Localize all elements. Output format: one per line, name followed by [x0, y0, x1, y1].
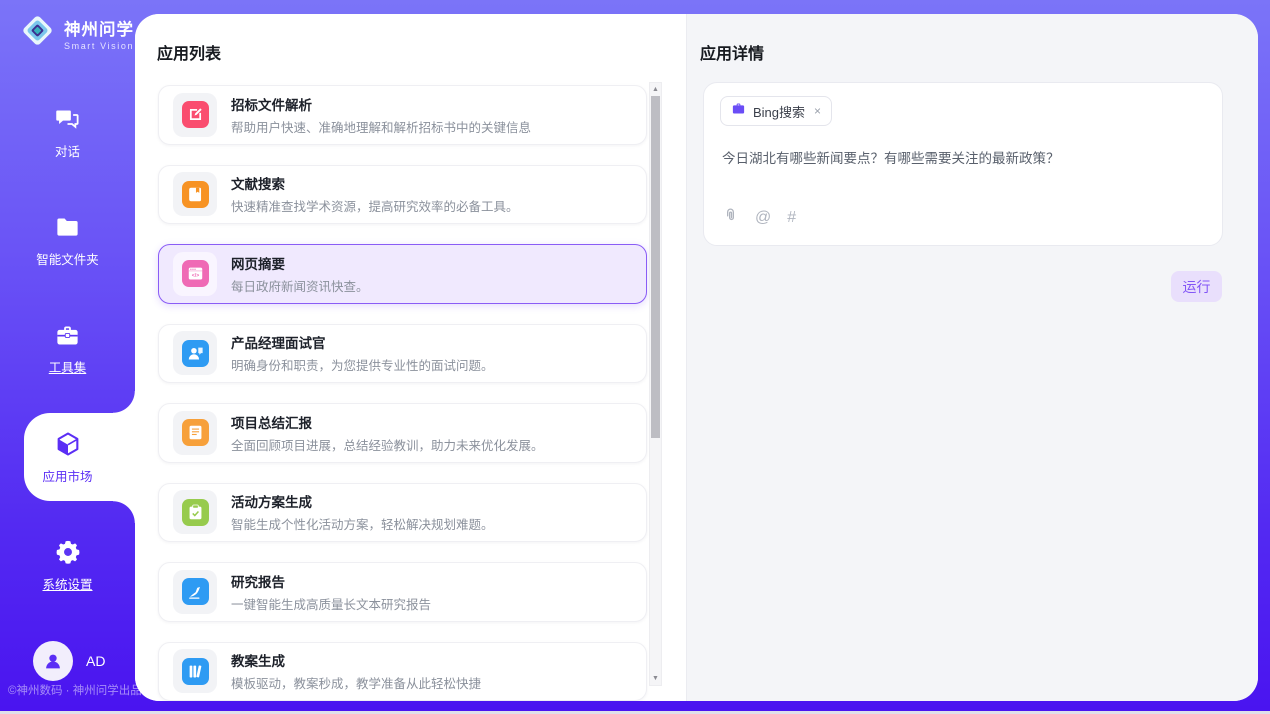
app-item-texts: 产品经理面试官明确身份和职责，为您提供专业性的面试问题。	[231, 332, 494, 374]
attachment-icon[interactable]	[722, 207, 739, 229]
app-item-texts: 活动方案生成智能生成个性化活动方案，轻松解决规划难题。	[231, 491, 494, 533]
app-list-scrollbar[interactable]: ▲ ▼	[649, 82, 662, 686]
book-icon	[182, 181, 209, 208]
sidebar-item-label: 应用市场	[42, 466, 92, 485]
app-item-name: 产品经理面试官	[231, 332, 494, 352]
sidebar-item-gear[interactable]: 系统设置	[0, 511, 135, 619]
app-item-name: 招标文件解析	[231, 94, 531, 114]
interview-icon	[182, 340, 209, 367]
input-toolbar: @ #	[722, 207, 796, 229]
app-list-item[interactable]: 招标文件解析帮助用户快速、准确地理解和解析招标书中的关键信息	[158, 85, 647, 145]
sidebar-item-label: 系统设置	[42, 574, 92, 593]
folder-icon	[54, 214, 81, 241]
app-item-description: 一键智能生成高质量长文本研究报告	[231, 594, 431, 613]
books-icon	[182, 658, 209, 685]
app-item-name: 教案生成	[231, 650, 481, 670]
note-icon	[182, 419, 209, 446]
app-item-description: 模板驱动，教案秒成，教学准备从此轻松快捷	[231, 673, 481, 692]
app-item-texts: 项目总结汇报全面回顾项目进展，总结经验教训，助力未来优化发展。	[231, 412, 544, 454]
app-list-item[interactable]: 教案生成模板驱动，教案秒成，教学准备从此轻松快捷	[158, 642, 647, 702]
logo-text: 神州问学 Smart Vision	[64, 16, 134, 51]
app-item-texts: 网页摘要每日政府新闻资讯快查。	[231, 253, 369, 295]
tool-chip-bing-search[interactable]: Bing搜索 ×	[720, 96, 832, 126]
app-logo: 神州问学 Smart Vision	[19, 12, 134, 54]
run-button[interactable]: 运行	[1171, 271, 1222, 302]
scrollbar-down-arrow[interactable]: ▼	[650, 675, 661, 682]
app-detail-panel: 应用详情 Bing搜索 × 今日湖北有哪些新闻要点？有哪些需要关注的最新政策？ …	[686, 14, 1258, 701]
app-list-item[interactable]: 产品经理面试官明确身份和职责，为您提供专业性的面试问题。	[158, 324, 647, 384]
app-item-texts: 教案生成模板驱动，教案秒成，教学准备从此轻松快捷	[231, 650, 481, 692]
app-list-title: 应用列表	[157, 40, 221, 64]
app-list-item[interactable]: 活动方案生成智能生成个性化活动方案，轻松解决规划难题。	[158, 483, 647, 543]
query-input-card[interactable]: Bing搜索 × 今日湖北有哪些新闻要点？有哪些需要关注的最新政策？ @ #	[703, 82, 1223, 246]
app-item-description: 帮助用户快速、准确地理解和解析招标书中的关键信息	[231, 117, 531, 136]
sidebar-item-cube[interactable]: 应用市场	[0, 403, 135, 511]
edit-icon	[182, 101, 209, 128]
app-item-name: 文献搜索	[231, 173, 519, 193]
app-list-item[interactable]: 研究报告一键智能生成高质量长文本研究报告	[158, 562, 647, 622]
svg-text:</>: </>	[191, 273, 198, 279]
clipboard-icon	[182, 499, 209, 526]
briefcase-icon	[731, 101, 746, 121]
app-item-description: 明确身份和职责，为您提供专业性的面试问题。	[231, 355, 494, 374]
topic-icon[interactable]: #	[787, 210, 796, 226]
toolbox-icon	[54, 322, 81, 349]
sidebar: 神州问学 Smart Vision 对话智能文件夹工具集应用市场系统设置 AD …	[0, 0, 135, 700]
sidebar-item-label: 智能文件夹	[36, 249, 99, 268]
app-item-texts: 文献搜索快速精准查找学术资源，提高研究效率的必备工具。	[231, 173, 519, 215]
app-icon-container	[173, 490, 217, 534]
scrollbar-thumb[interactable]	[651, 96, 660, 438]
diamond-logo-icon	[19, 12, 56, 54]
avatar[interactable]	[33, 641, 73, 681]
app-item-description: 每日政府新闻资讯快查。	[231, 276, 369, 295]
sidebar-nav: 对话智能文件夹工具集应用市场系统设置	[0, 79, 135, 619]
brand-name: 神州问学	[64, 16, 134, 40]
sidebar-item-toolbox[interactable]: 工具集	[0, 295, 135, 403]
copyright-footer: ©神州数码 · 神州问学出品	[8, 682, 142, 698]
app-list-item[interactable]: </> 网页摘要每日政府新闻资讯快查。	[158, 244, 647, 304]
cube-icon	[54, 430, 82, 458]
app-icon-container	[173, 649, 217, 693]
app-icon-container	[173, 172, 217, 216]
app-list: 招标文件解析帮助用户快速、准确地理解和解析招标书中的关键信息文献搜索快速精准查找…	[158, 85, 647, 701]
app-list-item[interactable]: 文献搜索快速精准查找学术资源，提高研究效率的必备工具。	[158, 165, 647, 225]
query-input[interactable]: 今日湖北有哪些新闻要点？有哪些需要关注的最新政策？	[722, 147, 1202, 167]
app-item-name: 活动方案生成	[231, 491, 494, 511]
app-item-description: 智能生成个性化活动方案，轻松解决规划难题。	[231, 514, 494, 533]
app-item-name: 项目总结汇报	[231, 412, 544, 432]
app-list-panel: 应用列表 招标文件解析帮助用户快速、准确地理解和解析招标书中的关键信息文献搜索快…	[135, 14, 686, 701]
web-icon: </>	[182, 260, 209, 287]
chip-close-icon[interactable]: ×	[814, 104, 821, 118]
sidebar-item-label: 对话	[55, 141, 80, 160]
scrollbar-up-arrow[interactable]: ▲	[650, 86, 661, 93]
content-area: 应用列表 招标文件解析帮助用户快速、准确地理解和解析招标书中的关键信息文献搜索快…	[135, 14, 1258, 701]
user-name: AD	[86, 653, 105, 669]
app-item-texts: 研究报告一键智能生成高质量长文本研究报告	[231, 571, 431, 613]
user-avatar-icon	[42, 650, 64, 672]
chat-icon	[54, 106, 81, 133]
app-item-description: 快速精准查找学术资源，提高研究效率的必备工具。	[231, 196, 519, 215]
app-item-name: 网页摘要	[231, 253, 369, 273]
app-icon-container	[173, 331, 217, 375]
mention-icon[interactable]: @	[755, 210, 771, 226]
screen: 应用列表 招标文件解析帮助用户快速、准确地理解和解析招标书中的关键信息文献搜索快…	[0, 0, 1270, 714]
gear-icon	[54, 538, 82, 566]
user-account[interactable]: AD	[33, 641, 105, 681]
pen-icon	[182, 578, 209, 605]
sidebar-item-chat[interactable]: 对话	[0, 79, 135, 187]
app-item-description: 全面回顾项目进展，总结经验教训，助力未来优化发展。	[231, 435, 544, 454]
app-icon-container	[173, 570, 217, 614]
tool-chip-label: Bing搜索	[753, 102, 805, 121]
app-icon-container	[173, 93, 217, 137]
brand-subtitle: Smart Vision	[64, 41, 134, 51]
app-icon-container: </>	[173, 252, 217, 296]
app-detail-title: 应用详情	[700, 40, 764, 64]
sidebar-item-label: 工具集	[49, 357, 87, 376]
app-item-texts: 招标文件解析帮助用户快速、准确地理解和解析招标书中的关键信息	[231, 94, 531, 136]
sidebar-item-folder[interactable]: 智能文件夹	[0, 187, 135, 295]
app-item-name: 研究报告	[231, 571, 431, 591]
app-list-item[interactable]: 项目总结汇报全面回顾项目进展，总结经验教训，助力未来优化发展。	[158, 403, 647, 463]
app-icon-container	[173, 411, 217, 455]
